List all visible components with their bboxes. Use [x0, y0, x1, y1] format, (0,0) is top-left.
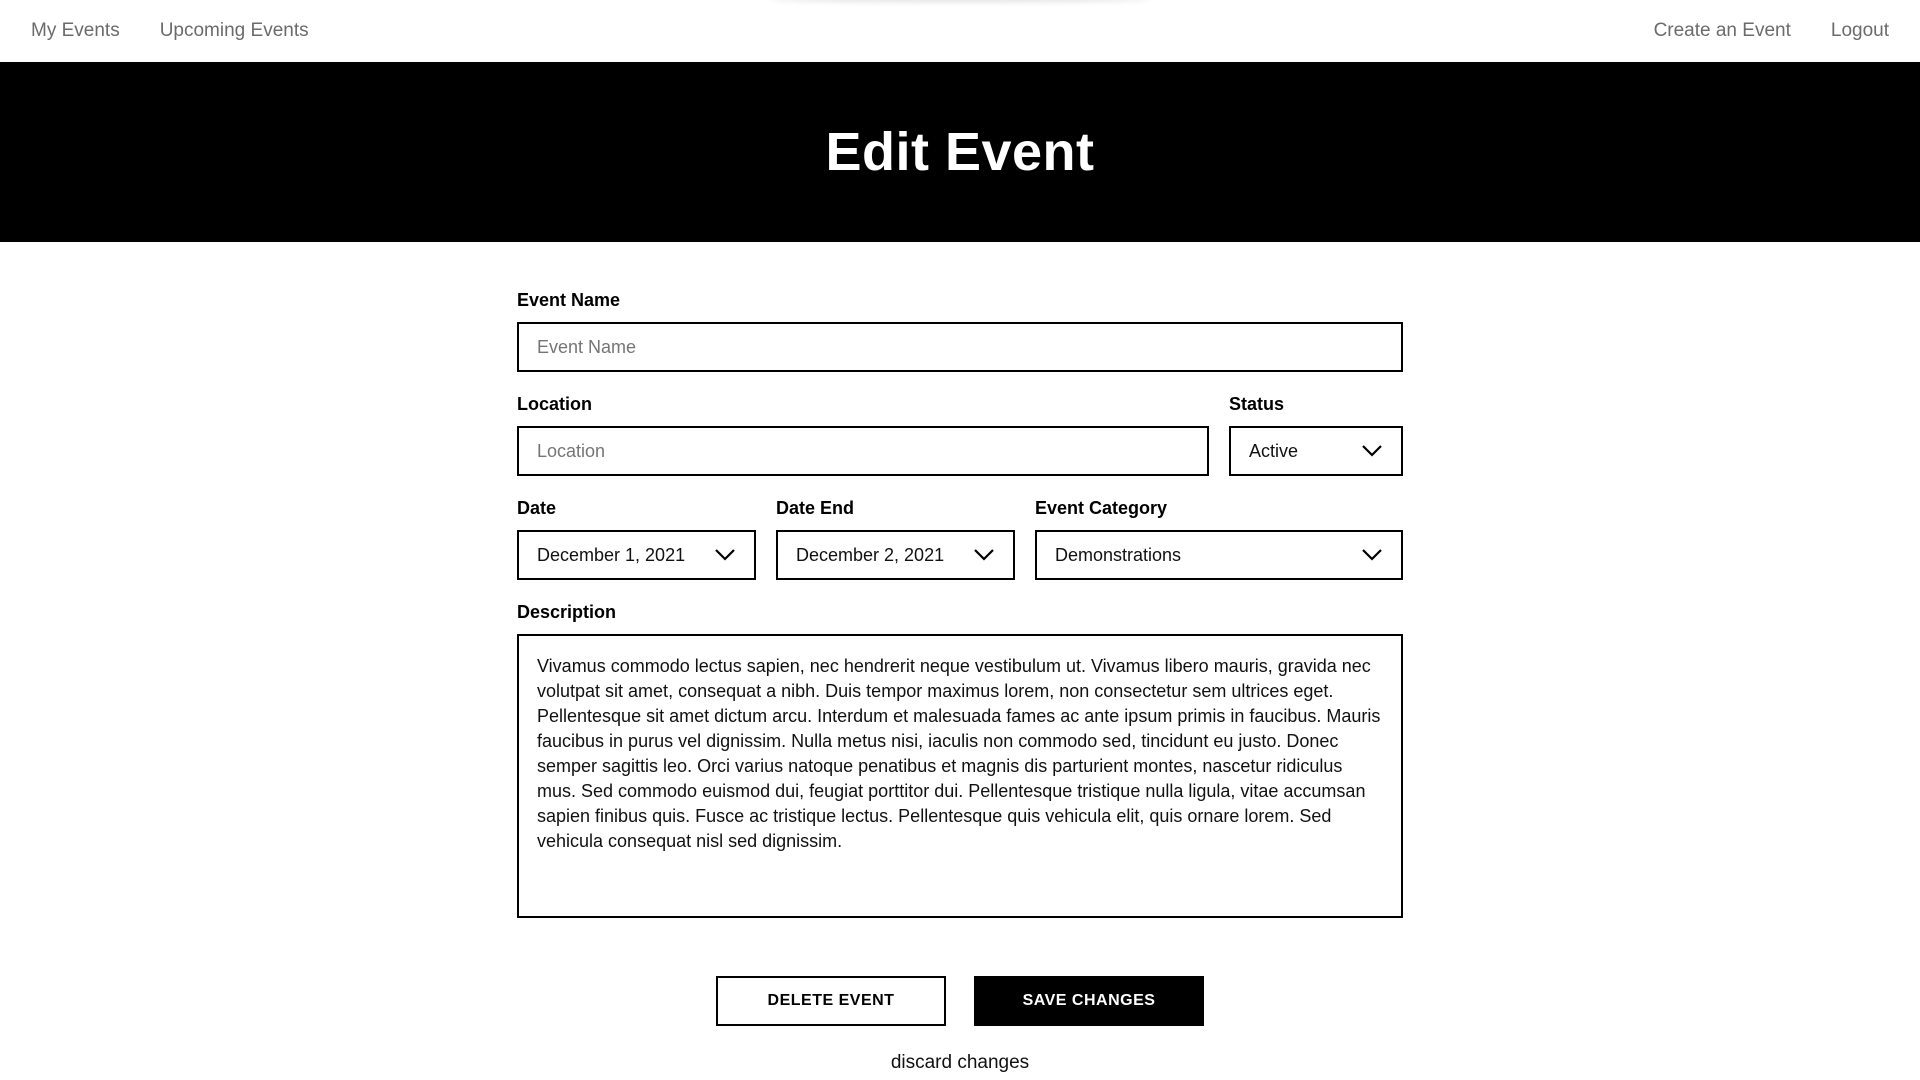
- date-end-field-group: Date End December 2, 2021: [776, 498, 1015, 580]
- location-input[interactable]: [517, 426, 1209, 476]
- form-actions: DELETE EVENT SAVE CHANGES: [0, 976, 1920, 1026]
- description-field-group: Description Vivamus commodo lectus sapie…: [517, 602, 1403, 918]
- form-row-name: Event Name: [517, 290, 1403, 372]
- page-title: Edit Event: [825, 122, 1095, 182]
- date-value: December 1, 2021: [537, 544, 686, 565]
- event-name-field-group: Event Name: [517, 290, 1403, 372]
- date-select[interactable]: December 1, 2021: [517, 530, 756, 580]
- location-label: Location: [517, 394, 592, 414]
- page-header-banner: Edit Event: [0, 62, 1920, 242]
- nav-link-logout[interactable]: Logout: [1831, 20, 1889, 42]
- nav-link-my-events[interactable]: My Events: [31, 20, 120, 42]
- event-name-input[interactable]: [517, 322, 1403, 372]
- category-label: Event Category: [1035, 498, 1168, 518]
- location-field-group: Location: [517, 394, 1209, 476]
- nav-left-group: My Events Upcoming Events: [31, 0, 309, 62]
- date-end-value: December 2, 2021: [796, 544, 945, 565]
- date-end-label: Date End: [776, 498, 855, 518]
- delete-event-button[interactable]: DELETE EVENT: [716, 976, 946, 1026]
- discard-changes-link[interactable]: discard changes: [0, 1052, 1920, 1074]
- category-value: Demonstrations: [1055, 544, 1182, 565]
- form-row-description: Description Vivamus commodo lectus sapie…: [517, 602, 1403, 918]
- chevron-down-icon: [974, 549, 994, 561]
- description-textarea[interactable]: Vivamus commodo lectus sapien, nec hendr…: [517, 634, 1403, 918]
- top-navigation: My Events Upcoming Events Create an Even…: [0, 0, 1920, 62]
- chevron-down-icon: [1362, 445, 1382, 457]
- edit-event-form: Event Name Location Status Active Date D…: [517, 290, 1403, 940]
- form-row-location-status: Location Status Active: [517, 394, 1403, 476]
- chevron-down-icon: [715, 549, 735, 561]
- nav-link-create-event[interactable]: Create an Event: [1654, 20, 1791, 42]
- save-changes-button[interactable]: SAVE CHANGES: [974, 976, 1204, 1026]
- status-value: Active: [1249, 440, 1299, 461]
- form-row-dates-category: Date December 1, 2021 Date End December …: [517, 498, 1403, 580]
- nav-right-group: Create an Event Logout: [1654, 0, 1889, 62]
- event-name-label: Event Name: [517, 290, 621, 310]
- status-field-group: Status Active: [1229, 394, 1403, 476]
- date-end-select[interactable]: December 2, 2021: [776, 530, 1015, 580]
- nav-link-upcoming-events[interactable]: Upcoming Events: [160, 20, 309, 42]
- status-label: Status: [1229, 394, 1285, 414]
- date-field-group: Date December 1, 2021: [517, 498, 756, 580]
- category-select[interactable]: Demonstrations: [1035, 530, 1403, 580]
- category-field-group: Event Category Demonstrations: [1035, 498, 1403, 580]
- chevron-down-icon: [1362, 549, 1382, 561]
- date-label: Date: [517, 498, 557, 518]
- status-select[interactable]: Active: [1229, 426, 1403, 476]
- description-label: Description: [517, 602, 617, 622]
